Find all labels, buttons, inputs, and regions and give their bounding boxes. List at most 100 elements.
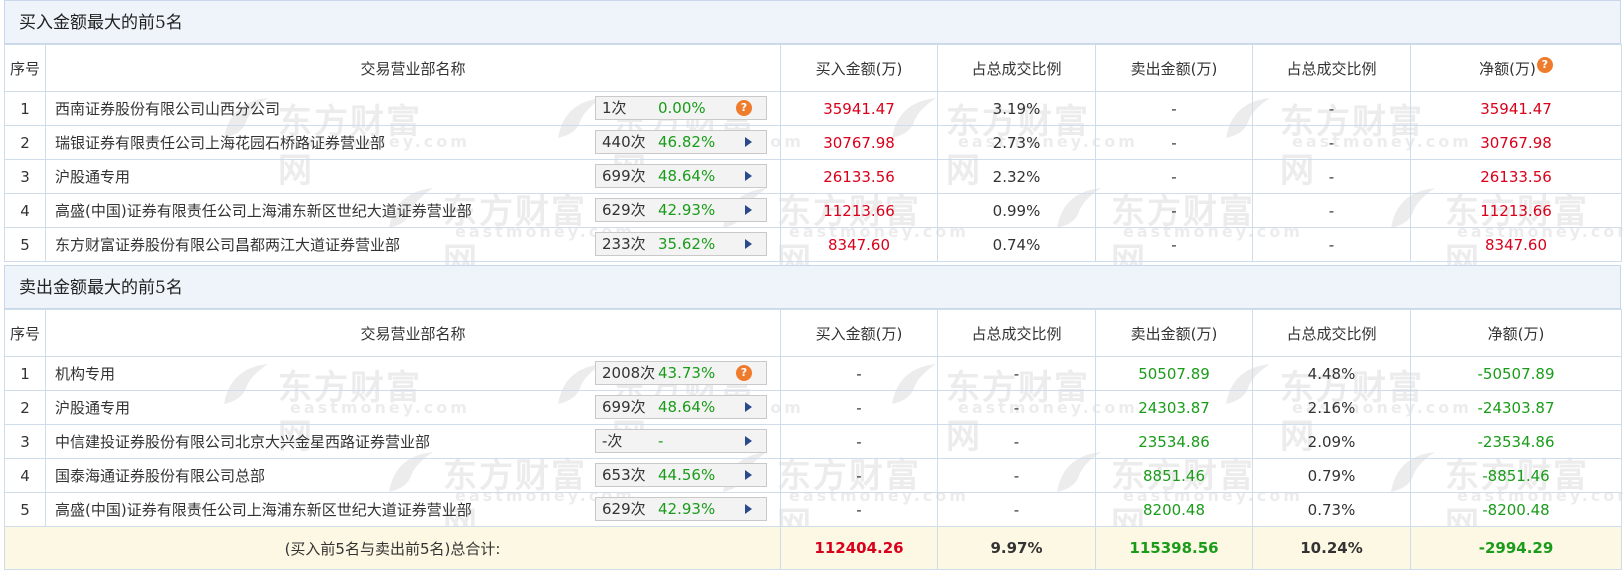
broker-stats-box[interactable]: 699次 48.64%: [595, 164, 767, 188]
expand-arrow-icon[interactable]: [745, 171, 752, 181]
col-header-buy-ratio[interactable]: 占总成交比例: [937, 309, 1096, 357]
buy-ratio: 2.32%: [937, 159, 1096, 194]
sell-amount: 8851.46: [1095, 458, 1253, 493]
help-icon[interactable]: ?: [1536, 56, 1553, 73]
expand-arrow-icon[interactable]: [745, 137, 752, 147]
broker-win-rate: 48.64%: [658, 167, 716, 185]
broker-name-link[interactable]: 中信建投证券股份有限公司北京大兴金星西路证券营业部: [47, 433, 430, 451]
col-header-sell[interactable]: 卖出金额(万): [1095, 309, 1253, 357]
broker-name-link[interactable]: 机构专用: [47, 365, 115, 383]
total-label: (买入前5名与卖出前5名)总合计:: [4, 526, 781, 570]
buy-ratio: -: [937, 458, 1096, 493]
total-buy-ratio: 9.97%: [937, 526, 1096, 570]
broker-stats-box[interactable]: 699次 48.64%: [595, 395, 767, 419]
expand-arrow-icon[interactable]: [745, 436, 752, 446]
broker-win-rate: 0.00%: [658, 99, 706, 117]
broker-win-rate: -: [658, 432, 664, 450]
table-row: 4 高盛(中国)证券有限责任公司上海浦东新区世纪大道证券营业部 629次 42.93%…: [4, 193, 1622, 228]
col-header-buy[interactable]: 买入金额(万): [780, 309, 938, 357]
sell-ratio: 2.16%: [1252, 390, 1411, 425]
sell-ratio: 0.73%: [1252, 492, 1411, 527]
net-amount: 8347.60: [1410, 227, 1622, 262]
row-index: 1: [4, 91, 46, 126]
col-header-sell-ratio[interactable]: 占总成交比例: [1252, 309, 1411, 357]
broker-stats-box[interactable]: 440次 46.82%: [595, 130, 767, 154]
total-net: -2994.29: [1410, 526, 1622, 570]
broker-stats-box[interactable]: 2008次 43.73%?: [595, 361, 767, 385]
buy-section-title: 买入金额最大的前5名: [4, 0, 1621, 44]
broker-trade-count: 1次: [602, 99, 627, 117]
row-index: 5: [4, 492, 46, 527]
broker-trade-count: 699次: [602, 167, 646, 185]
table-row: 2 瑞银证券有限责任公司上海花园石桥路证券营业部 440次 46.82% 30767.9…: [4, 125, 1622, 160]
col-header-sell[interactable]: 卖出金额(万): [1095, 44, 1253, 92]
net-amount: 30767.98: [1410, 125, 1622, 160]
table-header-row: 序号 交易营业部名称 买入金额(万) 占总成交比例 卖出金额(万) 占总成交比例…: [4, 309, 1622, 357]
expand-arrow-icon[interactable]: [745, 470, 752, 480]
col-header-buy[interactable]: 买入金额(万): [780, 44, 938, 92]
row-index: 1: [4, 356, 46, 391]
broker-stats-box[interactable]: 629次 42.93%: [595, 198, 767, 222]
row-index: 2: [4, 390, 46, 425]
broker-name-link[interactable]: 高盛(中国)证券有限责任公司上海浦东新区世纪大道证券营业部: [47, 501, 472, 519]
col-header-buy-ratio[interactable]: 占总成交比例: [937, 44, 1096, 92]
col-header-net[interactable]: 净额(万): [1410, 309, 1622, 357]
expand-arrow-icon[interactable]: [745, 239, 752, 249]
broker-name-link[interactable]: 沪股通专用: [47, 168, 130, 186]
table-row: 1 机构专用 2008次 43.73%? - -50507.89 4.48% -50507.8…: [4, 356, 1622, 391]
sell-amount: -: [1095, 227, 1253, 262]
row-index: 4: [4, 458, 46, 493]
buy-ratio: -: [937, 424, 1096, 459]
broker-trade-count: 440次: [602, 133, 646, 151]
row-index: 3: [4, 159, 46, 194]
buy-amount: -: [780, 492, 938, 527]
help-icon[interactable]: ?: [736, 100, 752, 116]
broker-name-link[interactable]: 东方财富证券股份有限公司昌都两江大道证券营业部: [47, 236, 400, 254]
table-row: 4 国泰海通证券股份有限公司总部 653次 44.56% - -8851.46 0.79% -…: [4, 458, 1622, 493]
broker-name-link[interactable]: 沪股通专用: [47, 399, 130, 417]
table-row: 1 西南证券股份有限公司山西分公司 1次 0.00%? 35941.47 3.19% - -3…: [4, 91, 1622, 126]
sell-amount: 8200.48: [1095, 492, 1253, 527]
broker-stats-box[interactable]: 1次 0.00%?: [595, 96, 767, 120]
sell-amount: -: [1095, 193, 1253, 228]
row-broker: 高盛(中国)证券有限责任公司上海浦东新区世纪大道证券营业部 629次 42.93%: [45, 492, 781, 527]
col-header-name: 交易营业部名称: [45, 309, 781, 357]
row-index: 3: [4, 424, 46, 459]
sell-ratio: -: [1252, 125, 1411, 160]
broker-stats-box[interactable]: 233次 35.62%: [595, 232, 767, 256]
net-amount: -8851.46: [1410, 458, 1622, 493]
sell-top5-table: 序号 交易营业部名称 买入金额(万) 占总成交比例 卖出金额(万) 占总成交比例…: [4, 309, 1622, 570]
buy-amount: -: [780, 356, 938, 391]
broker-name-link[interactable]: 西南证券股份有限公司山西分公司: [47, 100, 280, 118]
buy-amount: 35941.47: [780, 91, 938, 126]
expand-arrow-icon[interactable]: [745, 504, 752, 514]
row-broker: 中信建投证券股份有限公司北京大兴金星西路证券营业部 -次 -: [45, 424, 781, 459]
col-header-index: 序号: [4, 44, 46, 92]
buy-ratio: -: [937, 356, 1096, 391]
broker-name-link[interactable]: 国泰海通证券股份有限公司总部: [47, 467, 265, 485]
buy-ratio: 0.99%: [937, 193, 1096, 228]
broker-name-link[interactable]: 瑞银证券有限责任公司上海花园石桥路证券营业部: [47, 134, 385, 152]
row-index: 5: [4, 227, 46, 262]
broker-stats-box[interactable]: 653次 44.56%: [595, 463, 767, 487]
net-amount: -24303.87: [1410, 390, 1622, 425]
expand-arrow-icon[interactable]: [745, 402, 752, 412]
buy-amount: -: [780, 390, 938, 425]
row-broker: 国泰海通证券股份有限公司总部 653次 44.56%: [45, 458, 781, 493]
row-index: 2: [4, 125, 46, 160]
buy-amount: 26133.56: [780, 159, 938, 194]
buy-table-body: 1 西南证券股份有限公司山西分公司 1次 0.00%? 35941.47 3.19% - -3…: [4, 91, 1622, 262]
help-icon[interactable]: ?: [736, 365, 752, 381]
buy-ratio: 3.19%: [937, 91, 1096, 126]
sell-amount: 24303.87: [1095, 390, 1253, 425]
broker-win-rate: 42.93%: [658, 500, 716, 518]
col-header-sell-ratio[interactable]: 占总成交比例: [1252, 44, 1411, 92]
broker-stats-box[interactable]: -次 -: [595, 429, 767, 453]
col-header-net[interactable]: 净额(万)?: [1410, 44, 1622, 92]
table-header-row: 序号 交易营业部名称 买入金额(万) 占总成交比例 卖出金额(万) 占总成交比例…: [4, 44, 1622, 92]
expand-arrow-icon[interactable]: [745, 205, 752, 215]
broker-name-link[interactable]: 高盛(中国)证券有限责任公司上海浦东新区世纪大道证券营业部: [47, 202, 472, 220]
broker-trade-count: 629次: [602, 201, 646, 219]
broker-trade-count: 233次: [602, 235, 646, 253]
broker-stats-box[interactable]: 629次 42.93%: [595, 497, 767, 521]
